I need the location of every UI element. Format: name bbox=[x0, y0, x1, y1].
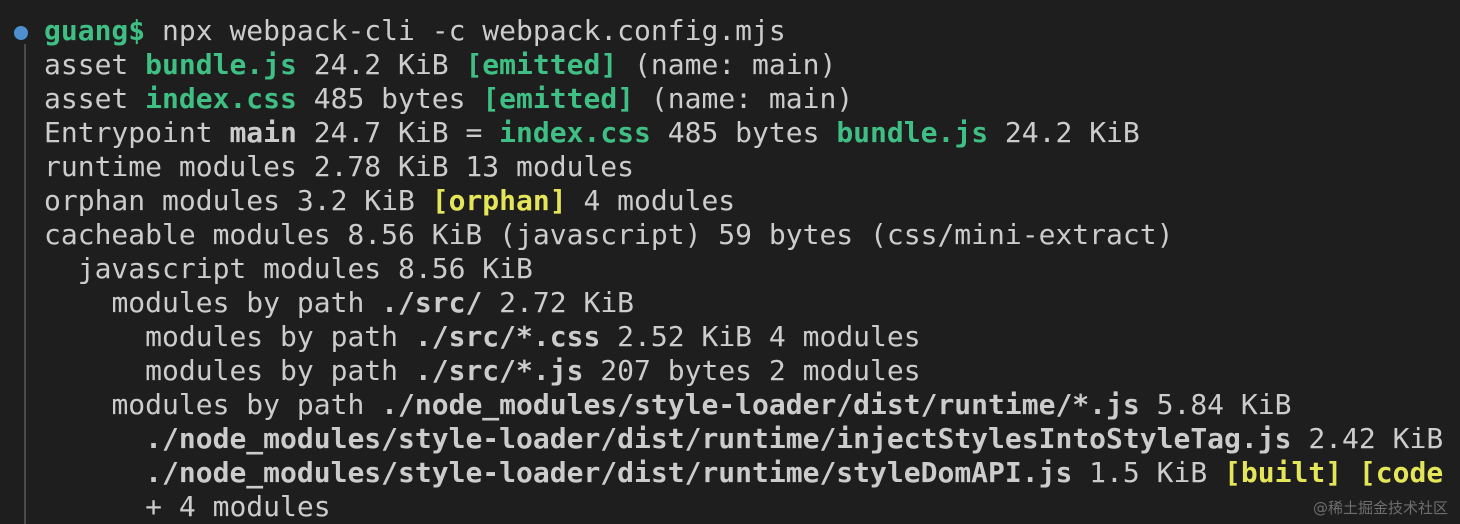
command-line: guang$ npx webpack-cli -c webpack.config… bbox=[44, 14, 1460, 48]
terminal-output: guang$ npx webpack-cli -c webpack.config… bbox=[44, 14, 1460, 524]
output-segment: asset bbox=[44, 48, 146, 81]
output-line: runtime modules 2.78 KiB 13 modules bbox=[44, 150, 1460, 184]
output-line: Entrypoint main 24.7 KiB = index.css 485… bbox=[44, 116, 1460, 150]
output-segment: ./node_modules/style-loader/dist/runtime… bbox=[145, 422, 1292, 455]
prompt-status-icon bbox=[14, 26, 28, 40]
output-segment: [emitted] bbox=[465, 48, 618, 81]
output-segment: orphan modules 3.2 KiB bbox=[44, 184, 432, 217]
output-segment: ./src/ bbox=[381, 286, 483, 319]
output-segment: 1.5 KiB bbox=[1072, 456, 1225, 489]
output-segment: (name: main) bbox=[634, 82, 854, 115]
output-segment: 4 modules bbox=[566, 184, 736, 217]
output-line: modules by path ./node_modules/style-loa… bbox=[44, 388, 1460, 422]
output-segment: 24.2 KiB bbox=[296, 48, 466, 81]
watermark: @稀土掘金技术社区 bbox=[1312, 499, 1448, 517]
output-line: modules by path ./src/*.css 2.52 KiB 4 m… bbox=[44, 320, 1460, 354]
output-segment: [built] bbox=[1224, 456, 1343, 489]
output-segment: 2.72 KiB bbox=[482, 286, 635, 319]
output-segment: index.css bbox=[499, 116, 651, 149]
output-segment: [code bbox=[1342, 456, 1444, 489]
output-segment: ./node_modules/style-loader/dist/runtime… bbox=[145, 456, 1073, 489]
output-line: orphan modules 3.2 KiB [orphan] 4 module… bbox=[44, 184, 1460, 218]
output-segment: cacheable modules 8.56 KiB (javascript) … bbox=[44, 218, 1174, 251]
output-line: modules by path ./src/ 2.72 KiB bbox=[44, 286, 1460, 320]
output-line: asset bundle.js 24.2 KiB [emitted] (name… bbox=[44, 48, 1460, 82]
output-segment: ./src/*.css bbox=[414, 320, 601, 353]
prompt-user: guang$ bbox=[44, 14, 146, 47]
output-segment: bundle.js bbox=[145, 48, 297, 81]
output-segment: 5.84 KiB bbox=[1139, 388, 1292, 421]
output-segment: modules by path bbox=[145, 354, 415, 387]
output-segment: 2.42 KiB bbox=[1291, 422, 1444, 455]
output-segment: ./node_modules/style-loader/dist/runtime… bbox=[381, 388, 1140, 421]
output-segment: modules by path bbox=[111, 388, 382, 421]
output-segment: modules by path bbox=[111, 286, 382, 319]
terminal-window[interactable]: guang$ npx webpack-cli -c webpack.config… bbox=[0, 0, 1460, 524]
output-segment: 2.52 KiB 4 modules bbox=[600, 320, 921, 353]
output-segment: ./src/*.js bbox=[414, 354, 584, 387]
output-segment: 207 bytes 2 modules bbox=[583, 354, 921, 387]
output-segment: [emitted] bbox=[482, 82, 635, 115]
output-line: + 4 modules bbox=[44, 490, 1460, 524]
command-text: npx webpack-cli -c webpack.config.mjs bbox=[145, 14, 786, 47]
output-segment: javascript modules 8.56 KiB bbox=[77, 252, 533, 285]
output-segment: [orphan] bbox=[431, 184, 567, 217]
output-segment: 24.7 KiB = bbox=[296, 116, 500, 149]
output-segment: + 4 modules bbox=[145, 490, 331, 523]
output-segment: 24.2 KiB bbox=[988, 116, 1140, 149]
output-segment: modules by path bbox=[145, 320, 415, 353]
command-output-gutter bbox=[24, 44, 26, 524]
output-segment: 485 bytes bbox=[296, 82, 483, 115]
output-segment: runtime modules 2.78 KiB 13 modules bbox=[44, 150, 635, 183]
output-line: javascript modules 8.56 KiB bbox=[44, 252, 1460, 286]
output-line: ./node_modules/style-loader/dist/runtime… bbox=[44, 422, 1460, 456]
output-segment: (name: main) bbox=[617, 48, 837, 81]
output-segment: bundle.js bbox=[836, 116, 989, 149]
output-line: asset index.css 485 bytes [emitted] (nam… bbox=[44, 82, 1460, 116]
output-segment: main bbox=[229, 116, 297, 149]
output-line: modules by path ./src/*.js 207 bytes 2 m… bbox=[44, 354, 1460, 388]
output-segment: asset bbox=[44, 82, 146, 115]
output-segment: index.css bbox=[145, 82, 297, 115]
output-segment: Entrypoint bbox=[44, 116, 230, 149]
output-line: cacheable modules 8.56 KiB (javascript) … bbox=[44, 218, 1460, 252]
output-line: ./node_modules/style-loader/dist/runtime… bbox=[44, 456, 1460, 490]
output-segment: 485 bytes bbox=[650, 116, 837, 149]
